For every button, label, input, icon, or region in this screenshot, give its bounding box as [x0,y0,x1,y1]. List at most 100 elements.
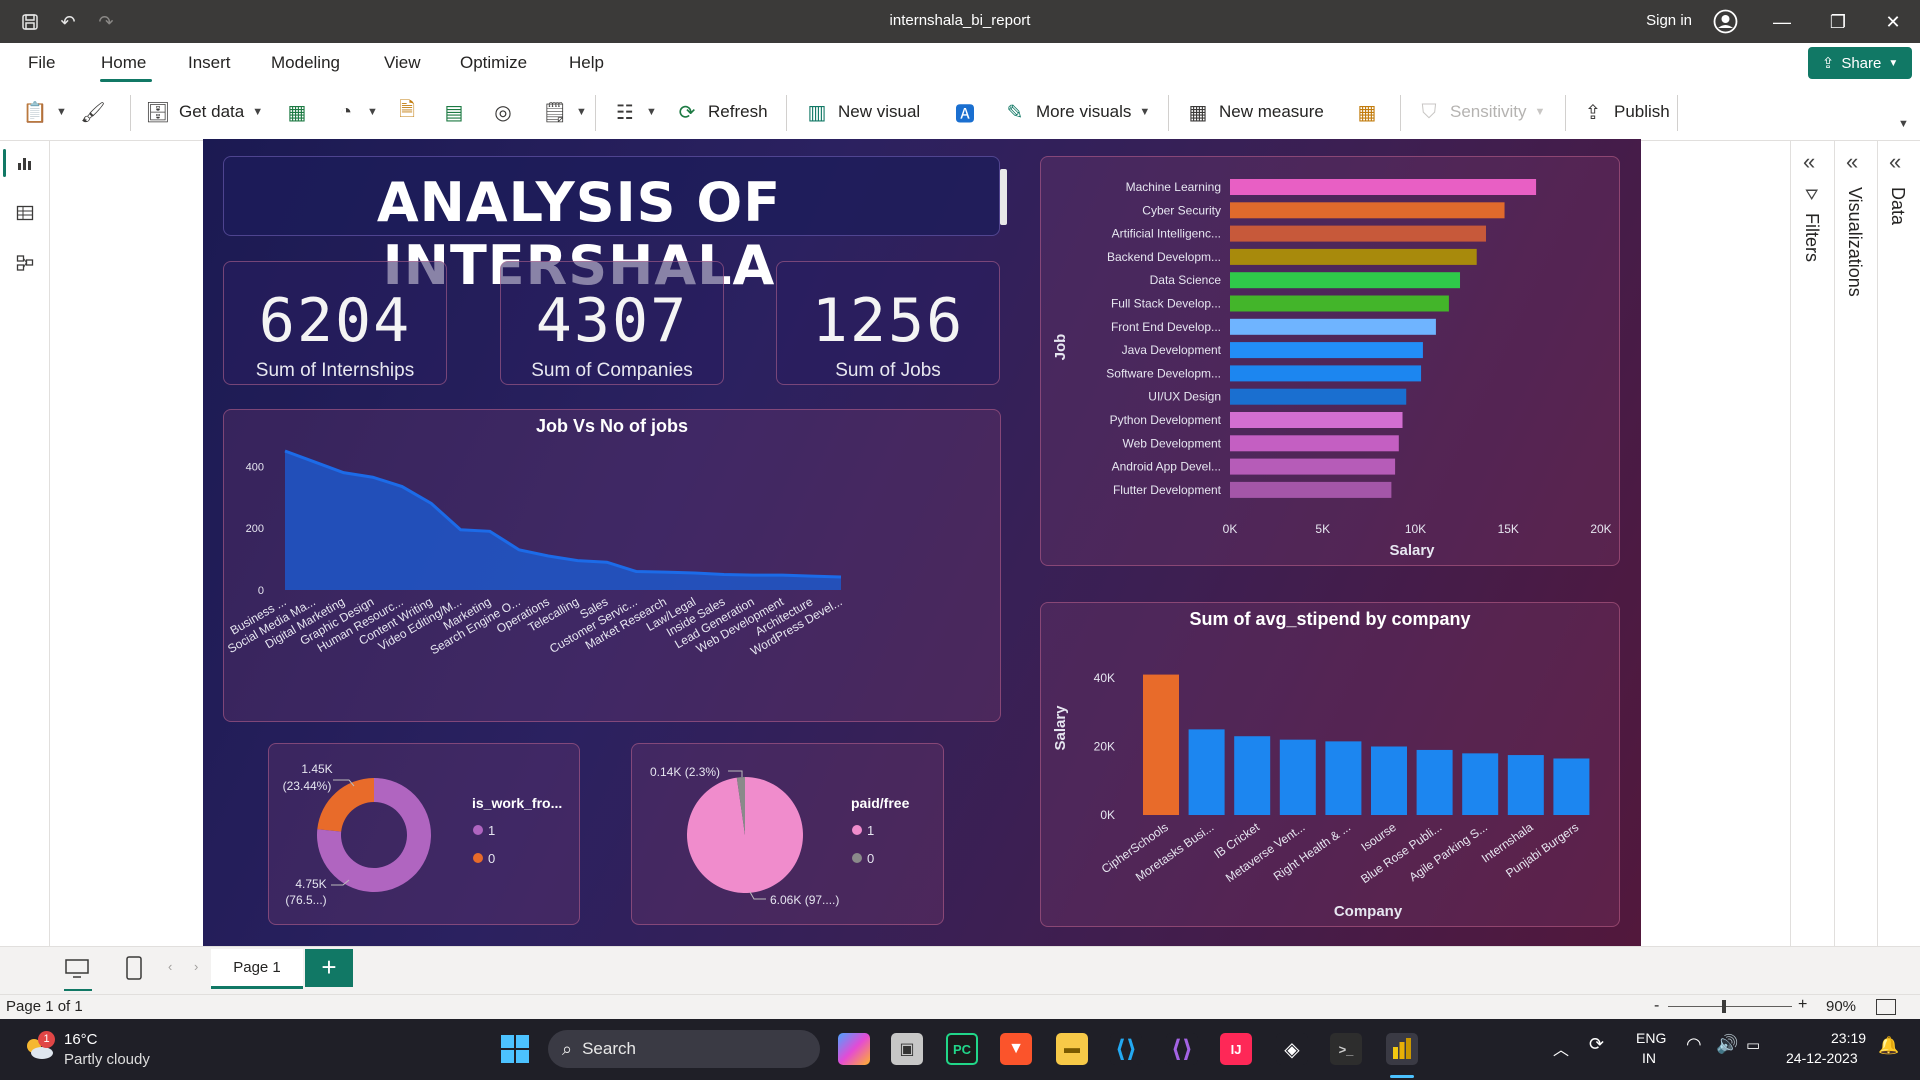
expand-data-icon[interactable]: « [1889,149,1901,175]
filters-pane[interactable]: « ⛛ Filters [1790,141,1834,946]
clock-time[interactable]: 23:19 [1831,1030,1866,1046]
work-from-home-donut-card[interactable]: 1.45K (23.44%) 4.75K (76.5...) is_work_fro..… [268,743,580,925]
sensitivity-button[interactable]: ⛉ Sensitivity ▼ [1416,96,1546,128]
bar [1416,749,1453,815]
brave-browser-icon[interactable]: ▼ [1000,1033,1032,1065]
more-visuals-button[interactable]: ✎ More visuals ▼ [1002,96,1151,128]
menu-modeling[interactable]: Modeling [271,53,340,73]
data-label: (76.5...) [285,893,326,907]
paste-button[interactable]: 📋 ▼ [22,96,67,128]
text-box-button[interactable]: 🅰 [952,96,978,128]
weather-badge: 1 [38,1031,55,1048]
redo-icon[interactable]: ↷ [94,10,118,34]
pycharm-icon[interactable]: PC [946,1033,978,1065]
collapse-ribbon-icon[interactable]: ▼ [1898,118,1909,130]
legend-marker [473,853,483,863]
notifications-icon[interactable]: 🔔 [1878,1036,1899,1056]
add-page-button[interactable]: + [305,949,353,987]
menu-help[interactable]: Help [569,53,604,73]
next-page-icon[interactable]: › [194,959,198,974]
taskbar-search[interactable]: ⌕ Search [548,1030,820,1068]
wifi-icon[interactable]: ◠ [1686,1034,1702,1055]
terminal-icon[interactable]: >_ [1330,1033,1362,1065]
new-measure-button[interactable]: ▦ New measure [1185,96,1324,128]
intellij-icon[interactable]: IJ [1220,1033,1252,1065]
onelake-button[interactable]: ◔ ▼ [333,96,378,128]
weather-widget[interactable]: 1 [22,1031,56,1063]
job-salary-bar-chart-card[interactable]: Machine Learning Cyber Security Artificial… [1040,156,1620,566]
y-tick-label: Cyber Security [1142,203,1221,217]
unity-icon[interactable]: ◈ [1276,1033,1308,1065]
recent-sources-button[interactable]: 🗒 ▼ [542,96,587,128]
sync-icon[interactable]: ⟳ [1589,1034,1604,1055]
volume-icon[interactable]: 🔊 [1716,1034,1738,1055]
desktop-layout-icon[interactable] [64,955,90,981]
language-top[interactable]: ENG [1636,1030,1666,1046]
model-view-icon[interactable] [13,251,37,275]
report-view-icon[interactable] [13,151,37,175]
zoom-slider-thumb[interactable] [1722,1000,1726,1013]
previous-page-icon[interactable]: ‹ [168,959,172,974]
data-pane[interactable]: « Data [1877,141,1920,946]
enter-data-button[interactable]: ▤ [441,96,467,128]
publish-button[interactable]: ⇪ Publish [1580,96,1670,128]
menu-optimize[interactable]: Optimize [460,53,527,73]
mobile-layout-icon[interactable] [124,955,144,981]
task-view-icon[interactable]: ▣ [891,1033,923,1065]
page-tab-1[interactable]: Page 1 [211,949,303,989]
transform-data-button[interactable]: ☷ ▼ [612,96,657,128]
sign-in-link[interactable]: Sign in [1646,12,1692,29]
quick-measure-button[interactable]: ▦ [1354,96,1380,128]
fit-to-page-icon[interactable] [1876,999,1896,1015]
menu-insert[interactable]: Insert [188,53,231,73]
zoom-slider[interactable] [1668,1006,1792,1007]
menu-home[interactable]: Home [101,53,146,73]
refresh-button[interactable]: ⟳ Refresh [674,96,768,128]
excel-button[interactable]: ▦ [284,96,310,128]
zoom-level[interactable]: 90% [1826,998,1856,1015]
area-chart-card[interactable]: Job Vs No of jobs 0 200 400 Business ... Soc… [223,409,1001,722]
leader-line [728,770,743,777]
zoom-out-button[interactable]: - [1654,997,1659,1015]
close-button[interactable]: ✕ [1878,8,1908,36]
minimize-button[interactable]: — [1767,8,1797,36]
share-button[interactable]: ⇪ Share ▼ [1808,47,1912,79]
power-bi-icon[interactable] [1386,1033,1418,1065]
text-box-icon: 🅰 [955,103,975,126]
kpi-card-internships[interactable]: 6204 Sum of Internships [223,261,447,385]
visualizations-pane[interactable]: « Visualizations [1834,141,1877,946]
restore-button[interactable]: ❐ [1823,8,1853,36]
kpi-card-jobs[interactable]: 1256 Sum of Jobs [776,261,1000,385]
bar [1230,225,1486,242]
chevron-down-icon: ▼ [576,106,587,118]
company-stipend-column-chart-card[interactable]: Sum of avg_stipend by company 0K 20K 40K Ci… [1040,602,1620,927]
sensitivity-label: Sensitivity [1450,102,1527,121]
save-icon[interactable] [18,10,42,34]
table-view-icon[interactable] [13,201,37,225]
expand-filters-icon[interactable]: « [1803,149,1815,175]
dataverse-link-button[interactable]: ◎ [490,96,516,128]
vscode-icon[interactable]: ⟨⟩ [1110,1033,1142,1065]
clock-date[interactable]: 24-12-2023 [1786,1050,1858,1066]
copilot-icon[interactable] [838,1033,870,1065]
kpi-card-companies[interactable]: 4307 Sum of Companies [500,261,724,385]
expand-visualizations-icon[interactable]: « [1846,149,1858,175]
file-explorer-icon[interactable]: ▬ [1056,1033,1088,1065]
format-painter-button[interactable]: 🖌 [80,96,106,128]
battery-icon[interactable]: ▭ [1746,1036,1760,1054]
menu-view[interactable]: View [384,53,421,73]
account-icon[interactable] [1713,9,1738,34]
zoom-in-button[interactable]: + [1798,996,1807,1014]
language-bottom[interactable]: IN [1642,1050,1656,1066]
get-data-button[interactable]: 🗄 Get data ▼ [145,96,263,128]
menu-file[interactable]: File [28,53,55,73]
new-visual-button[interactable]: ▥ New visual [804,96,921,128]
paid-free-pie-card[interactable]: 0.14K (2.3%) 6.06K (97....) paid/free 1 0 [631,743,944,925]
visual-studio-icon[interactable]: ⟨⟩ [1166,1033,1198,1065]
title-card[interactable]: ANALYSIS OF INTERSHALA [223,156,1007,297]
show-hidden-icons[interactable]: ︿ [1553,1036,1569,1060]
dataverse-button[interactable]: 🗎 [394,96,420,128]
clock-document-icon: 🗒 [542,101,568,124]
start-button[interactable] [500,1034,530,1064]
undo-icon[interactable]: ↶ [56,10,80,34]
